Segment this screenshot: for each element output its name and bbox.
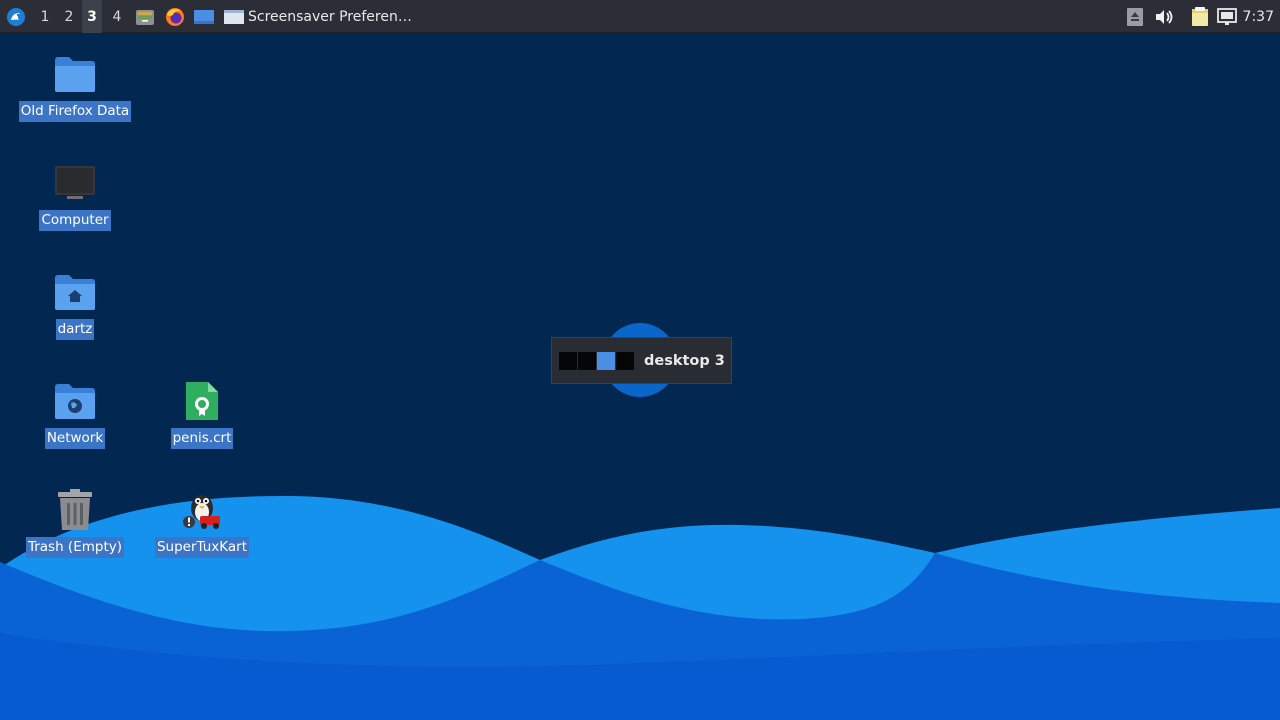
workspace-4-button[interactable]: 4 [107, 0, 127, 33]
xubuntu-logo-icon [7, 7, 25, 26]
desktop-icon-network[interactable]: Network [11, 377, 139, 449]
file-manager-launcher[interactable] [134, 0, 156, 33]
show-desktop-button[interactable] [193, 0, 215, 33]
network-tray-button[interactable] [1216, 0, 1238, 33]
home-folder-icon [55, 275, 95, 310]
osd-workspace-4-indicator [616, 351, 634, 370]
osd-workspace-1-indicator [559, 351, 577, 370]
desktop-icon-dartz[interactable]: dartz [11, 268, 139, 340]
network-folder-icon [55, 384, 95, 419]
workspace-switch-osd: desktop 3 [551, 337, 732, 384]
eject-tray-button[interactable] [1126, 0, 1144, 33]
certificate-icon [186, 382, 218, 420]
eject-icon [1127, 7, 1143, 26]
workspace-1-button[interactable]: 1 [35, 0, 55, 33]
firefox-launcher[interactable] [164, 0, 186, 33]
osd-workspace-2-indicator [578, 351, 596, 370]
network-wired-icon [1217, 7, 1237, 25]
computer-icon [55, 166, 95, 199]
workspace-4-label: 4 [112, 8, 122, 25]
workspace-3-label: 3 [87, 8, 97, 25]
taskbar-window-button[interactable]: Screensaver Preferen… [224, 0, 412, 33]
supertuxkart-icon [183, 495, 220, 529]
desktop-icon-old-firefox-data[interactable]: Old Firefox Data [11, 50, 139, 122]
desktop-icon-supertuxkart[interactable]: SuperTuxKart [138, 486, 266, 558]
desktop-icon-computer[interactable]: Computer [11, 159, 139, 231]
desktop-icon-label: SuperTuxKart [154, 537, 250, 558]
volume-icon [1156, 9, 1173, 24]
workspace-2-label: 2 [64, 8, 74, 25]
desktop-icon [194, 9, 214, 24]
firefox-icon [166, 7, 184, 26]
clock[interactable]: 7:37 [1243, 0, 1274, 33]
osd-workspace-3-indicator [597, 351, 615, 370]
taskbar-window-title: Screensaver Preferen… [248, 8, 412, 25]
window-icon [224, 9, 244, 24]
desktop-icon-label: Trash (Empty) [25, 537, 125, 558]
notes-icon [1192, 6, 1208, 26]
top-panel: 1 2 3 4 Screensaver Preferen… 7:37 [0, 0, 1280, 33]
desktop-icon-label: Old Firefox Data [18, 101, 132, 122]
notes-tray-button[interactable] [1189, 0, 1211, 33]
workspace-2-button[interactable]: 2 [59, 0, 79, 33]
workspace-1-label: 1 [40, 8, 50, 25]
file-manager-icon [136, 9, 154, 25]
desktop-icon-label: Network [44, 428, 106, 449]
folder-icon [55, 57, 95, 92]
workspace-3-button[interactable]: 3 [82, 0, 102, 33]
desktop-icon-penis-crt[interactable]: penis.crt [138, 377, 266, 449]
desktop-icon-trash[interactable]: Trash (Empty) [11, 486, 139, 558]
volume-tray-button[interactable] [1153, 0, 1175, 33]
desktop-icon-label: dartz [55, 319, 95, 340]
trash-icon [58, 489, 92, 530]
whisker-menu-button[interactable] [4, 0, 28, 33]
osd-workspace-label: desktop 3 [644, 352, 725, 369]
desktop-icon-label: penis.crt [170, 428, 234, 449]
desktop-icon-label: Computer [39, 210, 111, 231]
